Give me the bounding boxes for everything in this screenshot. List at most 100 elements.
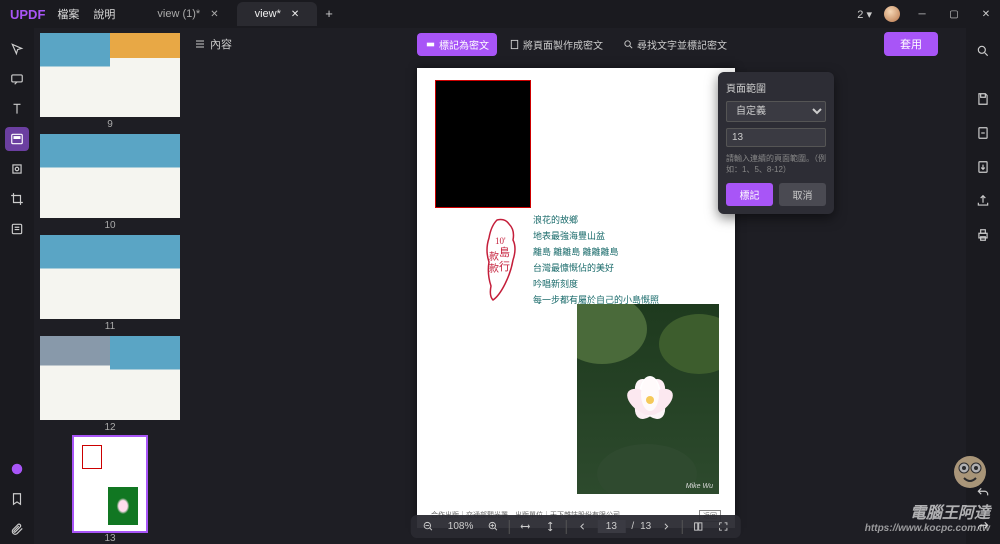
export-icon[interactable]	[971, 155, 995, 179]
fit-width-button[interactable]	[515, 519, 534, 534]
fullscreen-button[interactable]	[714, 519, 733, 534]
attachment-icon[interactable]	[5, 517, 29, 541]
poem-line: 台灣最慷慨佔的美好	[533, 260, 659, 276]
menu-file[interactable]: 檔案	[57, 6, 79, 22]
taiwan-outline-icon: 10' 島 款 款 行	[477, 216, 527, 304]
tab-label: view (1)*	[157, 8, 200, 20]
pointer-icon[interactable]	[5, 37, 29, 61]
apply-pages-button[interactable]: 將頁面製作成密文	[501, 33, 611, 56]
titlebar: UPDF 檔案 說明 view (1)*✕ view*✕ + 2 ▾ ─ ▢ ✕	[0, 0, 1000, 28]
toc-button[interactable]: 內容	[194, 36, 232, 52]
popup-title: 頁面範圍	[726, 80, 826, 95]
save-icon[interactable]	[971, 87, 995, 111]
lotus-photo: Mike Wu	[577, 304, 719, 494]
canvas[interactable]: 10' 島 款 款 行 浪花的故鄉 地表最強海豐山盆 離島 離離島 離離離島 台…	[186, 60, 966, 544]
poem-line: 離島 離離島 離離離島	[533, 244, 659, 260]
btn-label: 將頁面製作成密文	[523, 37, 603, 52]
stamp-icon[interactable]	[5, 157, 29, 181]
page-range-input[interactable]	[726, 128, 826, 147]
thumb-num: 10	[38, 220, 182, 231]
tab-label: view*	[255, 8, 281, 20]
main: 9 10 11 12 13 內容 標記為密文 將頁面製作成密文 尋找文字並標記密…	[0, 28, 1000, 544]
find-mark-button[interactable]: 尋找文字並標記密文	[615, 33, 735, 56]
thumbnail-13[interactable]	[74, 437, 146, 531]
page-input[interactable]	[597, 520, 625, 533]
comment-icon[interactable]	[5, 67, 29, 91]
undo-icon[interactable]	[971, 481, 995, 505]
content-area: 內容 標記為密文 將頁面製作成密文 尋找文字並標記密文 套用 10' 島 款 款…	[186, 28, 966, 544]
redo-icon[interactable]	[971, 515, 995, 539]
edit-text-icon[interactable]	[5, 97, 29, 121]
tab-view[interactable]: view* ✕	[237, 2, 318, 26]
titlebar-right: 2 ▾ ─ ▢ ✕	[857, 6, 996, 22]
pages-icon	[509, 39, 520, 50]
zoom-in-button[interactable]	[483, 519, 502, 534]
page-13: 10' 島 款 款 行 浪花的故鄉 地表最強海豐山盆 離島 離離島 離離離島 台…	[417, 68, 735, 528]
toc-label: 內容	[210, 36, 232, 52]
btn-label: 尋找文字並標記密文	[637, 37, 727, 52]
crop-icon[interactable]	[5, 187, 29, 211]
toolbar-center: 標記為密文 將頁面製作成密文 尋找文字並標記密文	[417, 33, 735, 56]
close-icon[interactable]: ✕	[210, 9, 218, 20]
thumb-num: 9	[38, 119, 182, 130]
share-icon[interactable]	[971, 189, 995, 213]
redact-icon	[425, 39, 436, 50]
chat-icon[interactable]	[5, 457, 29, 481]
thumbnail-panel: 9 10 11 12 13	[34, 28, 186, 544]
zoom-level[interactable]: 108%	[444, 519, 478, 534]
popup-hint: 請輸入連續的頁面範圍。（例如：1、5、8-12）	[726, 153, 826, 175]
range-type-select[interactable]: 自定義	[726, 101, 826, 122]
thumb-num: 11	[38, 321, 182, 332]
poem-line: 地表最強海豐山盆	[533, 228, 659, 244]
svg-text:行: 行	[499, 260, 510, 273]
list-icon	[194, 38, 206, 50]
redacted-area[interactable]	[435, 80, 531, 208]
page-sep: /	[631, 521, 634, 532]
thumbnail-9[interactable]	[40, 33, 180, 117]
right-sidebar	[966, 28, 1000, 544]
tab-view1[interactable]: view (1)* ✕	[139, 2, 236, 26]
search-icon[interactable]	[971, 39, 995, 63]
menu-help[interactable]: 說明	[93, 6, 115, 22]
user-avatar[interactable]	[884, 6, 900, 22]
bookmark-icon[interactable]	[5, 487, 29, 511]
export-pdf-icon[interactable]	[971, 121, 995, 145]
poem-line: 浪花的故鄉	[533, 212, 659, 228]
print-icon[interactable]	[971, 223, 995, 247]
zoom-out-button[interactable]	[419, 519, 438, 534]
next-page-button[interactable]	[657, 519, 676, 534]
lotus-flower-icon	[615, 364, 685, 424]
close-button[interactable]: ✕	[980, 8, 992, 20]
svg-text:島: 島	[499, 245, 510, 259]
poem-line: 吟唱新刻度	[533, 276, 659, 292]
maximize-button[interactable]: ▢	[948, 8, 960, 20]
popup-buttons: 標記 取消	[726, 183, 826, 206]
close-icon[interactable]: ✕	[291, 9, 299, 20]
bottom-toolbar: 108% / 13	[411, 515, 741, 538]
btn-label: 標記為密文	[439, 37, 489, 52]
left-sidebar	[0, 28, 34, 544]
thumb-num: 13	[38, 533, 182, 544]
confirm-button[interactable]: 標記	[726, 183, 773, 206]
redact-icon[interactable]	[5, 127, 29, 151]
page-range-popup: 頁面範圍 自定義 請輸入連續的頁面範圍。（例如：1、5、8-12） 標記 取消	[718, 72, 834, 214]
form-icon[interactable]	[5, 217, 29, 241]
minimize-button[interactable]: ─	[916, 8, 928, 20]
search-icon	[623, 39, 634, 50]
thumbnail-10[interactable]	[40, 134, 180, 218]
mark-redact-button[interactable]: 標記為密文	[417, 33, 497, 56]
poem-text: 浪花的故鄉 地表最強海豐山盆 離島 離離島 離離離島 台灣最慷慨佔的美好 吟唱新…	[533, 212, 659, 308]
thumbnail-12[interactable]	[40, 336, 180, 420]
new-tab-button[interactable]: +	[317, 2, 341, 26]
thumb-num: 12	[38, 422, 182, 433]
fit-page-button[interactable]	[540, 519, 559, 534]
thumbnail-11[interactable]	[40, 235, 180, 319]
cancel-button[interactable]: 取消	[779, 183, 826, 206]
apply-button[interactable]: 套用	[884, 32, 938, 56]
photo-credit: Mike Wu	[686, 483, 713, 490]
prev-page-button[interactable]	[572, 519, 591, 534]
view-mode-button[interactable]	[689, 519, 708, 534]
tabs: view (1)* ✕ view* ✕ +	[139, 2, 857, 26]
notification-badge[interactable]: 2 ▾	[857, 8, 872, 21]
top-toolbar: 內容 標記為密文 將頁面製作成密文 尋找文字並標記密文 套用	[186, 28, 966, 60]
